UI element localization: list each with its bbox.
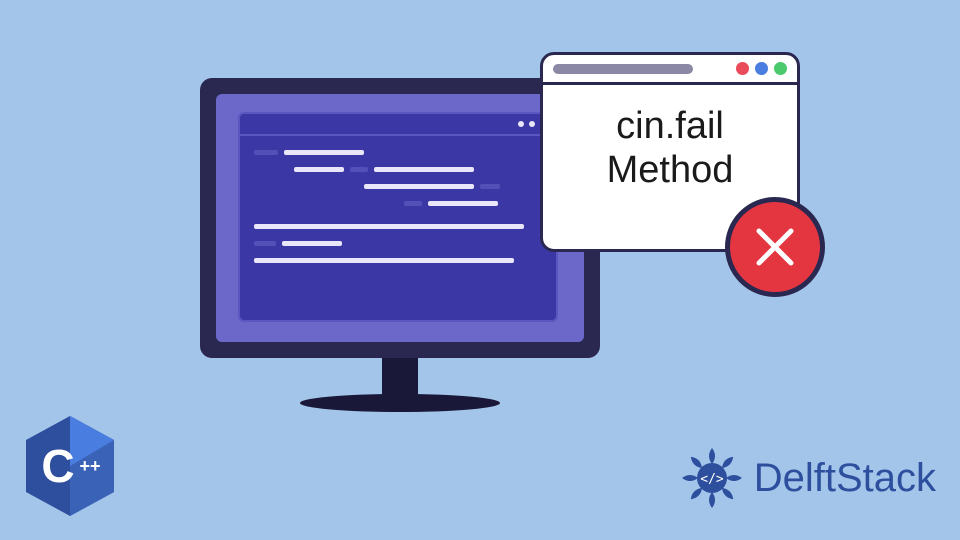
dialog-content: cin.fail Method — [543, 85, 797, 212]
dot-green-icon — [774, 62, 787, 75]
delftstack-text: DelftStack — [754, 456, 936, 501]
monitor-stand-neck — [382, 358, 418, 398]
dialog-title-line2: Method — [555, 149, 785, 193]
dialog-title-placeholder — [553, 64, 693, 74]
cpp-logo: C ++ — [24, 414, 116, 518]
dot-red-icon — [736, 62, 749, 75]
delftstack-logo: </> DelftStack — [678, 444, 936, 512]
window-dot-icon — [529, 121, 535, 127]
close-x-icon — [753, 225, 797, 269]
code-titlebar — [240, 114, 556, 136]
dialog-dots — [736, 62, 787, 75]
code-body — [240, 136, 556, 289]
dialog-title-line1: cin.fail — [555, 105, 785, 149]
svg-text:C: C — [41, 440, 74, 492]
monitor-screen — [216, 94, 584, 342]
monitor-stand-base — [300, 394, 500, 412]
dialog-titlebar — [543, 55, 797, 85]
error-badge — [725, 197, 825, 297]
svg-text:</>: </> — [700, 472, 724, 487]
code-window — [238, 112, 558, 322]
window-dot-icon — [518, 121, 524, 127]
dot-blue-icon — [755, 62, 768, 75]
dialog-window: cin.fail Method — [540, 52, 800, 252]
delftstack-emblem-icon: </> — [678, 444, 746, 512]
svg-text:++: ++ — [79, 456, 100, 476]
